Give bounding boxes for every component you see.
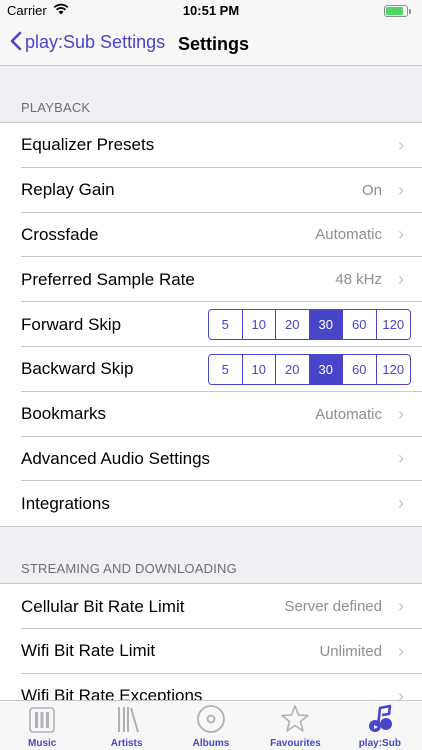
- row-value: Unlimited: [319, 642, 382, 660]
- tab-label: Artists: [110, 738, 143, 749]
- tab-label: Music: [28, 738, 57, 749]
- row-label: Equalizer Presets: [21, 135, 155, 155]
- row-value: 48 kHz: [335, 271, 382, 289]
- row-cellular-bit-rate-limit[interactable]: Cellular Bit Rate Limit Server defined ›: [0, 584, 422, 629]
- chevron-right-icon: ›: [398, 134, 404, 155]
- tab-music[interactable]: Music: [0, 701, 84, 750]
- backward-skip-segment[interactable]: 20: [276, 354, 310, 384]
- row-bookmarks[interactable]: Bookmarks Automatic ›: [0, 392, 422, 437]
- forward-skip-segment[interactable]: 120: [376, 310, 410, 340]
- row-wifi-bit-rate-limit[interactable]: Wifi Bit Rate Limit Unlimited ›: [0, 629, 422, 674]
- back-chevron-icon: [10, 31, 22, 53]
- tab-albums[interactable]: Albums: [169, 701, 253, 750]
- row-value: Automatic: [315, 405, 382, 423]
- row-label: Replay Gain: [21, 180, 115, 200]
- back-button[interactable]: play:Sub Settings: [10, 31, 165, 53]
- battery-level: [386, 7, 403, 15]
- row-equalizer-presets[interactable]: Equalizer Presets ›: [0, 123, 422, 168]
- battery-icon: [384, 5, 411, 17]
- chevron-right-icon: ›: [398, 685, 404, 700]
- backward-skip-segment[interactable]: 30: [309, 354, 343, 384]
- backward-skip-segment[interactable]: 5: [209, 354, 243, 384]
- playback-group: Equalizer Presets › Replay Gain On › Cro…: [0, 122, 422, 528]
- playsub-logo-icon: [365, 704, 395, 734]
- forward-skip-segmented-control[interactable]: 5 10 20 30 60 120: [208, 309, 411, 341]
- row-crossfade[interactable]: Crossfade Automatic ›: [0, 213, 422, 258]
- status-time: 10:51 PM: [182, 3, 240, 18]
- row-label: Wifi Bit Rate Limit: [21, 641, 156, 661]
- row-wifi-bit-rate-exceptions[interactable]: Wifi Bit Rate Exceptions ›: [0, 674, 422, 700]
- row-label: Forward Skip: [21, 314, 122, 334]
- status-bar: Carrier 10:51 PM: [0, 0, 422, 22]
- row-label: Backward Skip: [21, 359, 134, 379]
- music-library-icon: [27, 704, 57, 734]
- backward-skip-segment[interactable]: 60: [343, 354, 377, 384]
- backward-skip-segment[interactable]: 10: [242, 354, 276, 384]
- chevron-right-icon: ›: [398, 403, 404, 424]
- row-label: Advanced Audio Settings: [21, 448, 211, 468]
- section-header-streaming: STREAMING AND DOWNLOADING: [21, 561, 237, 577]
- forward-skip-segment[interactable]: 60: [343, 310, 377, 340]
- row-label: Integrations: [21, 493, 110, 513]
- tab-playsub[interactable]: play:Sub: [338, 701, 422, 750]
- row-label: Crossfade: [21, 224, 99, 244]
- row-label: Preferred Sample Rate: [21, 269, 195, 289]
- tab-artists[interactable]: Artists: [84, 701, 168, 750]
- back-label: play:Sub Settings: [25, 31, 166, 52]
- section-header-playback: PLAYBACK: [21, 100, 91, 115]
- row-replay-gain[interactable]: Replay Gain On ›: [0, 168, 422, 213]
- row-backward-skip: Backward Skip 5 10 20 30 60 120: [0, 347, 422, 392]
- row-preferred-sample-rate[interactable]: Preferred Sample Rate 48 kHz ›: [0, 257, 422, 302]
- chevron-right-icon: ›: [398, 640, 404, 661]
- forward-skip-segment[interactable]: 5: [209, 310, 243, 340]
- tab-favourites[interactable]: Favourites: [253, 701, 337, 750]
- backward-skip-segmented-control[interactable]: 5 10 20 30 60 120: [208, 353, 411, 385]
- settings-list[interactable]: PLAYBACK Equalizer Presets › Replay Gain…: [0, 66, 422, 700]
- row-integrations[interactable]: Integrations ›: [0, 481, 422, 526]
- forward-skip-segment[interactable]: 10: [242, 310, 276, 340]
- row-value: On: [361, 181, 382, 199]
- chevron-right-icon: ›: [398, 596, 404, 617]
- chevron-right-icon: ›: [398, 493, 404, 514]
- star-icon: [280, 704, 310, 734]
- tab-bar: Music Artists Albums Favourites play:Sub: [0, 700, 422, 750]
- backward-skip-segment[interactable]: 120: [376, 354, 410, 384]
- row-label: Wifi Bit Rate Exceptions: [21, 686, 203, 700]
- tab-label: Favourites: [270, 738, 321, 749]
- row-advanced-audio-settings[interactable]: Advanced Audio Settings ›: [0, 437, 422, 482]
- album-disc-icon: [196, 704, 226, 734]
- tab-label: play:Sub: [358, 738, 401, 749]
- row-label: Cellular Bit Rate Limit: [21, 596, 185, 616]
- streaming-group: Cellular Bit Rate Limit Server defined ›…: [0, 583, 422, 700]
- row-value: Server defined: [284, 598, 382, 616]
- row-forward-skip: Forward Skip 5 10 20 30 60 120: [0, 302, 422, 347]
- row-label: Bookmarks: [21, 404, 107, 424]
- navigation-bar: play:Sub Settings Settings: [0, 22, 422, 66]
- row-value: Automatic: [315, 226, 382, 244]
- tab-label: Albums: [192, 738, 230, 749]
- artists-icon: [112, 704, 142, 734]
- chevron-right-icon: ›: [398, 448, 404, 469]
- forward-skip-segment[interactable]: 20: [276, 310, 310, 340]
- chevron-right-icon: ›: [398, 179, 404, 200]
- page-title: Settings: [178, 34, 250, 54]
- chevron-right-icon: ›: [398, 224, 404, 245]
- chevron-right-icon: ›: [398, 269, 404, 290]
- forward-skip-segment[interactable]: 30: [309, 310, 343, 340]
